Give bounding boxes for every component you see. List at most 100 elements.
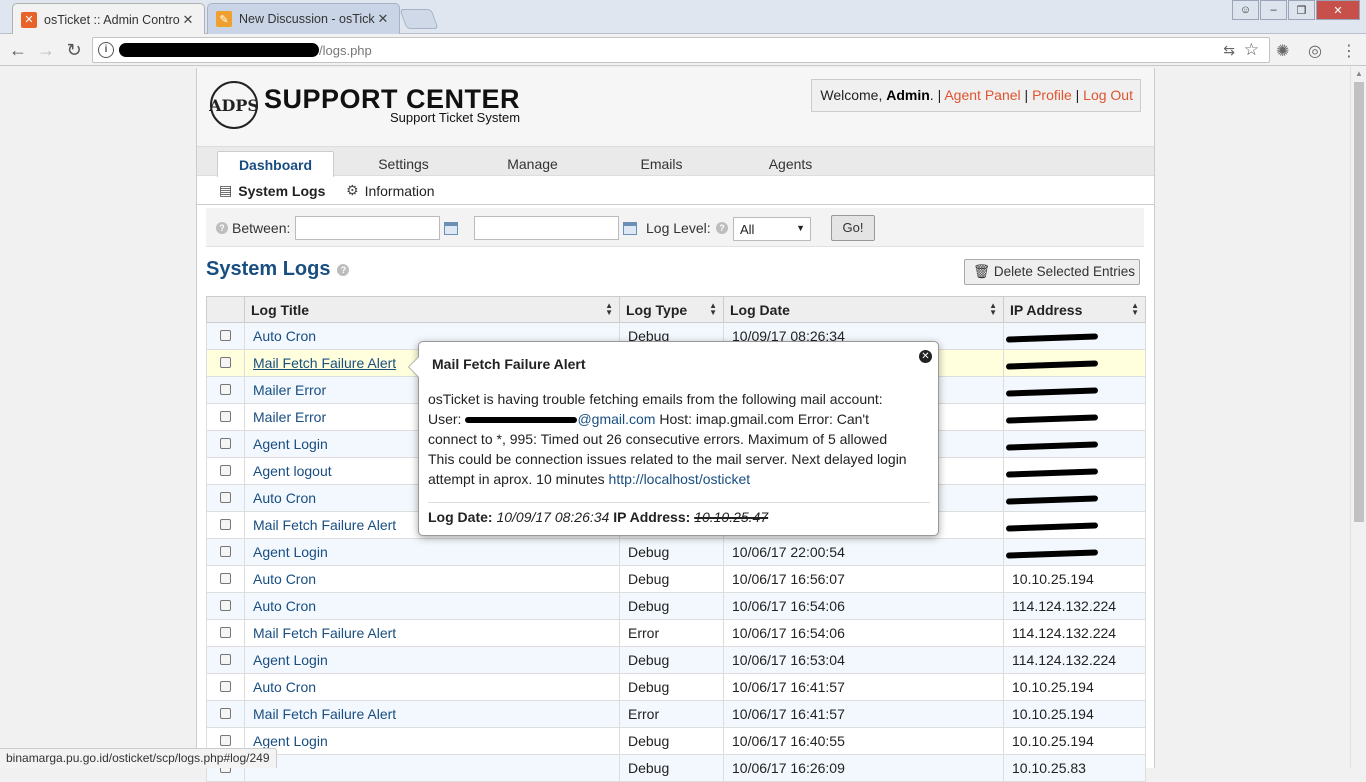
column-header-log-title[interactable]: Log Title ▲ ▼ bbox=[244, 296, 620, 323]
popup-link[interactable]: http://localhost/osticket bbox=[609, 471, 751, 487]
row-checkbox[interactable] bbox=[220, 708, 231, 719]
sort-icon[interactable]: ▲ ▼ bbox=[605, 302, 613, 317]
log-title-link[interactable]: Agent logout bbox=[253, 463, 332, 479]
new-tab-button[interactable] bbox=[399, 9, 439, 29]
tab-dashboard[interactable]: Dashboard bbox=[217, 151, 334, 177]
table-row[interactable]: Agent Login Debug 10/06/17 16:53:04 114.124… bbox=[206, 646, 1146, 674]
table-row[interactable]: Mail Fetch Failure Alert Error 10/06/17 16… bbox=[206, 619, 1146, 647]
help-icon[interactable]: ? bbox=[216, 222, 228, 234]
logo[interactable]: ADPS SUPPORT CENTER Support Ticket Syste… bbox=[209, 81, 520, 129]
row-checkbox[interactable] bbox=[220, 330, 231, 341]
go-button[interactable]: Go! bbox=[831, 215, 875, 241]
log-title-cell: Mail Fetch Failure Alert bbox=[244, 700, 620, 728]
log-title-link[interactable]: Auto Cron bbox=[253, 328, 316, 344]
log-title-link[interactable]: Agent Login bbox=[253, 436, 328, 452]
row-checkbox[interactable] bbox=[220, 654, 231, 665]
help-icon[interactable]: ? bbox=[337, 263, 350, 276]
date-to-input[interactable] bbox=[474, 216, 619, 240]
table-row[interactable]: Agent Login Debug 10/06/17 22:00:54 bbox=[206, 538, 1146, 566]
redacted-url bbox=[119, 43, 319, 57]
calendar-icon[interactable] bbox=[444, 222, 458, 235]
extension-icon[interactable]: ◎ bbox=[1308, 41, 1322, 61]
row-checkbox[interactable] bbox=[220, 384, 231, 395]
log-title-link[interactable]: Auto Cron bbox=[253, 679, 316, 695]
table-row[interactable]: Auto Cron Debug 10/06/17 16:56:07 10.10.25.… bbox=[206, 565, 1146, 593]
log-title-link[interactable]: Agent Login bbox=[253, 544, 328, 560]
extension-icon[interactable]: ✺ bbox=[1276, 41, 1289, 61]
subnav-system-logs[interactable]: ▤ System Logs bbox=[219, 182, 325, 199]
row-checkbox-cell bbox=[206, 430, 245, 458]
calendar-icon[interactable] bbox=[623, 222, 637, 235]
logout-link[interactable]: Log Out bbox=[1083, 87, 1133, 103]
minimize-button[interactable]: – bbox=[1260, 0, 1287, 20]
subnav-information[interactable]: ⚙ Information bbox=[346, 182, 435, 199]
row-checkbox[interactable] bbox=[220, 735, 231, 746]
help-icon[interactable]: ? bbox=[716, 222, 728, 234]
address-bar[interactable]: i /logs.php ⇆ ☆ bbox=[92, 37, 1270, 63]
bookmark-star-icon[interactable]: ☆ bbox=[1244, 40, 1259, 60]
log-title-link[interactable]: Agent Login bbox=[253, 733, 328, 749]
back-icon[interactable]: ← bbox=[6, 38, 30, 62]
browser-tab-admin[interactable]: ✕ osTicket :: Admin Control ✕ bbox=[12, 3, 205, 35]
table-row[interactable]: Mail Fetch Failure Alert Error 10/06/17 16… bbox=[206, 700, 1146, 728]
forward-icon[interactable]: → bbox=[34, 38, 58, 62]
log-title-link[interactable]: Mail Fetch Failure Alert bbox=[253, 625, 396, 641]
table-row[interactable]: Auto Cron Debug 10/06/17 16:41:57 10.10.25.… bbox=[206, 673, 1146, 701]
log-title-link[interactable]: Mail Fetch Failure Alert bbox=[253, 517, 396, 533]
column-header-log-type[interactable]: Log Type ▲ ▼ bbox=[619, 296, 724, 323]
maximize-button[interactable]: ❐ bbox=[1288, 0, 1315, 20]
sort-icon[interactable]: ▲ ▼ bbox=[709, 302, 717, 317]
row-checkbox[interactable] bbox=[220, 357, 231, 368]
table-row[interactable]: Debug 10/06/17 16:26:09 10.10.25.83 bbox=[206, 754, 1146, 782]
profile-link[interactable]: Profile bbox=[1032, 87, 1072, 103]
row-checkbox[interactable] bbox=[220, 411, 231, 422]
row-checkbox[interactable] bbox=[220, 573, 231, 584]
scrollbar[interactable]: ▲ bbox=[1350, 67, 1366, 768]
delete-selected-button[interactable]: 🗑 Delete Selected Entries bbox=[964, 259, 1140, 285]
tab-settings[interactable]: Settings bbox=[345, 151, 462, 177]
user-icon[interactable]: ☺ bbox=[1232, 0, 1259, 20]
column-header-ip-address[interactable]: IP Address ▲ ▼ bbox=[1003, 296, 1146, 323]
log-title-link[interactable]: Agent Login bbox=[253, 652, 328, 668]
row-checkbox[interactable] bbox=[220, 546, 231, 557]
translate-icon[interactable]: ⇆ bbox=[1223, 42, 1235, 59]
table-row[interactable]: Agent Login Debug 10/06/17 16:40:55 10.10.2… bbox=[206, 727, 1146, 755]
reload-icon[interactable]: ↻ bbox=[62, 38, 86, 62]
sort-icon[interactable]: ▲ ▼ bbox=[1131, 302, 1139, 317]
close-icon[interactable]: ✕ bbox=[180, 12, 196, 28]
log-title-link[interactable]: Auto Cron bbox=[253, 571, 316, 587]
log-title-link[interactable]: Auto Cron bbox=[253, 598, 316, 614]
scroll-up-icon[interactable]: ▲ bbox=[1355, 69, 1363, 78]
browser-tab-discussion[interactable]: ✎ New Discussion - osTicke ✕ bbox=[207, 3, 400, 34]
menu-icon[interactable]: ⋮ bbox=[1341, 41, 1357, 61]
row-checkbox[interactable] bbox=[220, 438, 231, 449]
row-checkbox[interactable] bbox=[220, 600, 231, 611]
scrollbar-thumb[interactable] bbox=[1354, 82, 1364, 522]
row-checkbox[interactable] bbox=[220, 627, 231, 638]
log-title-link[interactable]: Mail Fetch Failure Alert bbox=[253, 706, 396, 722]
row-checkbox[interactable] bbox=[220, 681, 231, 692]
table-row[interactable]: Auto Cron Debug 10/06/17 16:54:06 114.124.1… bbox=[206, 592, 1146, 620]
log-title-link[interactable]: Mailer Error bbox=[253, 409, 326, 425]
close-icon[interactable]: ✕ bbox=[919, 350, 932, 363]
agent-panel-link[interactable]: Agent Panel bbox=[944, 87, 1020, 103]
row-checkbox[interactable] bbox=[220, 519, 231, 530]
row-checkbox-cell bbox=[206, 349, 245, 377]
tab-agents[interactable]: Agents bbox=[732, 151, 849, 177]
date-from-input[interactable] bbox=[295, 216, 440, 240]
popup-email[interactable]: @gmail.com bbox=[461, 409, 655, 429]
row-checkbox[interactable] bbox=[220, 465, 231, 476]
info-icon[interactable]: i bbox=[98, 42, 114, 58]
window-close-button[interactable]: ✕ bbox=[1316, 0, 1360, 20]
tab-manage[interactable]: Manage bbox=[474, 151, 591, 177]
log-title-link[interactable]: Mail Fetch Failure Alert bbox=[253, 355, 396, 371]
log-level-select[interactable]: All ▼ bbox=[733, 217, 811, 241]
row-checkbox[interactable] bbox=[220, 492, 231, 503]
log-title-link[interactable]: Mailer Error bbox=[253, 382, 326, 398]
column-header-log-date[interactable]: Log Date ▲ ▼ bbox=[723, 296, 1004, 323]
close-icon[interactable]: ✕ bbox=[375, 11, 391, 27]
log-title-link[interactable]: Auto Cron bbox=[253, 490, 316, 506]
forum-icon: ✎ bbox=[216, 11, 232, 27]
sort-icon[interactable]: ▲ ▼ bbox=[989, 302, 997, 317]
tab-emails[interactable]: Emails bbox=[603, 151, 720, 177]
